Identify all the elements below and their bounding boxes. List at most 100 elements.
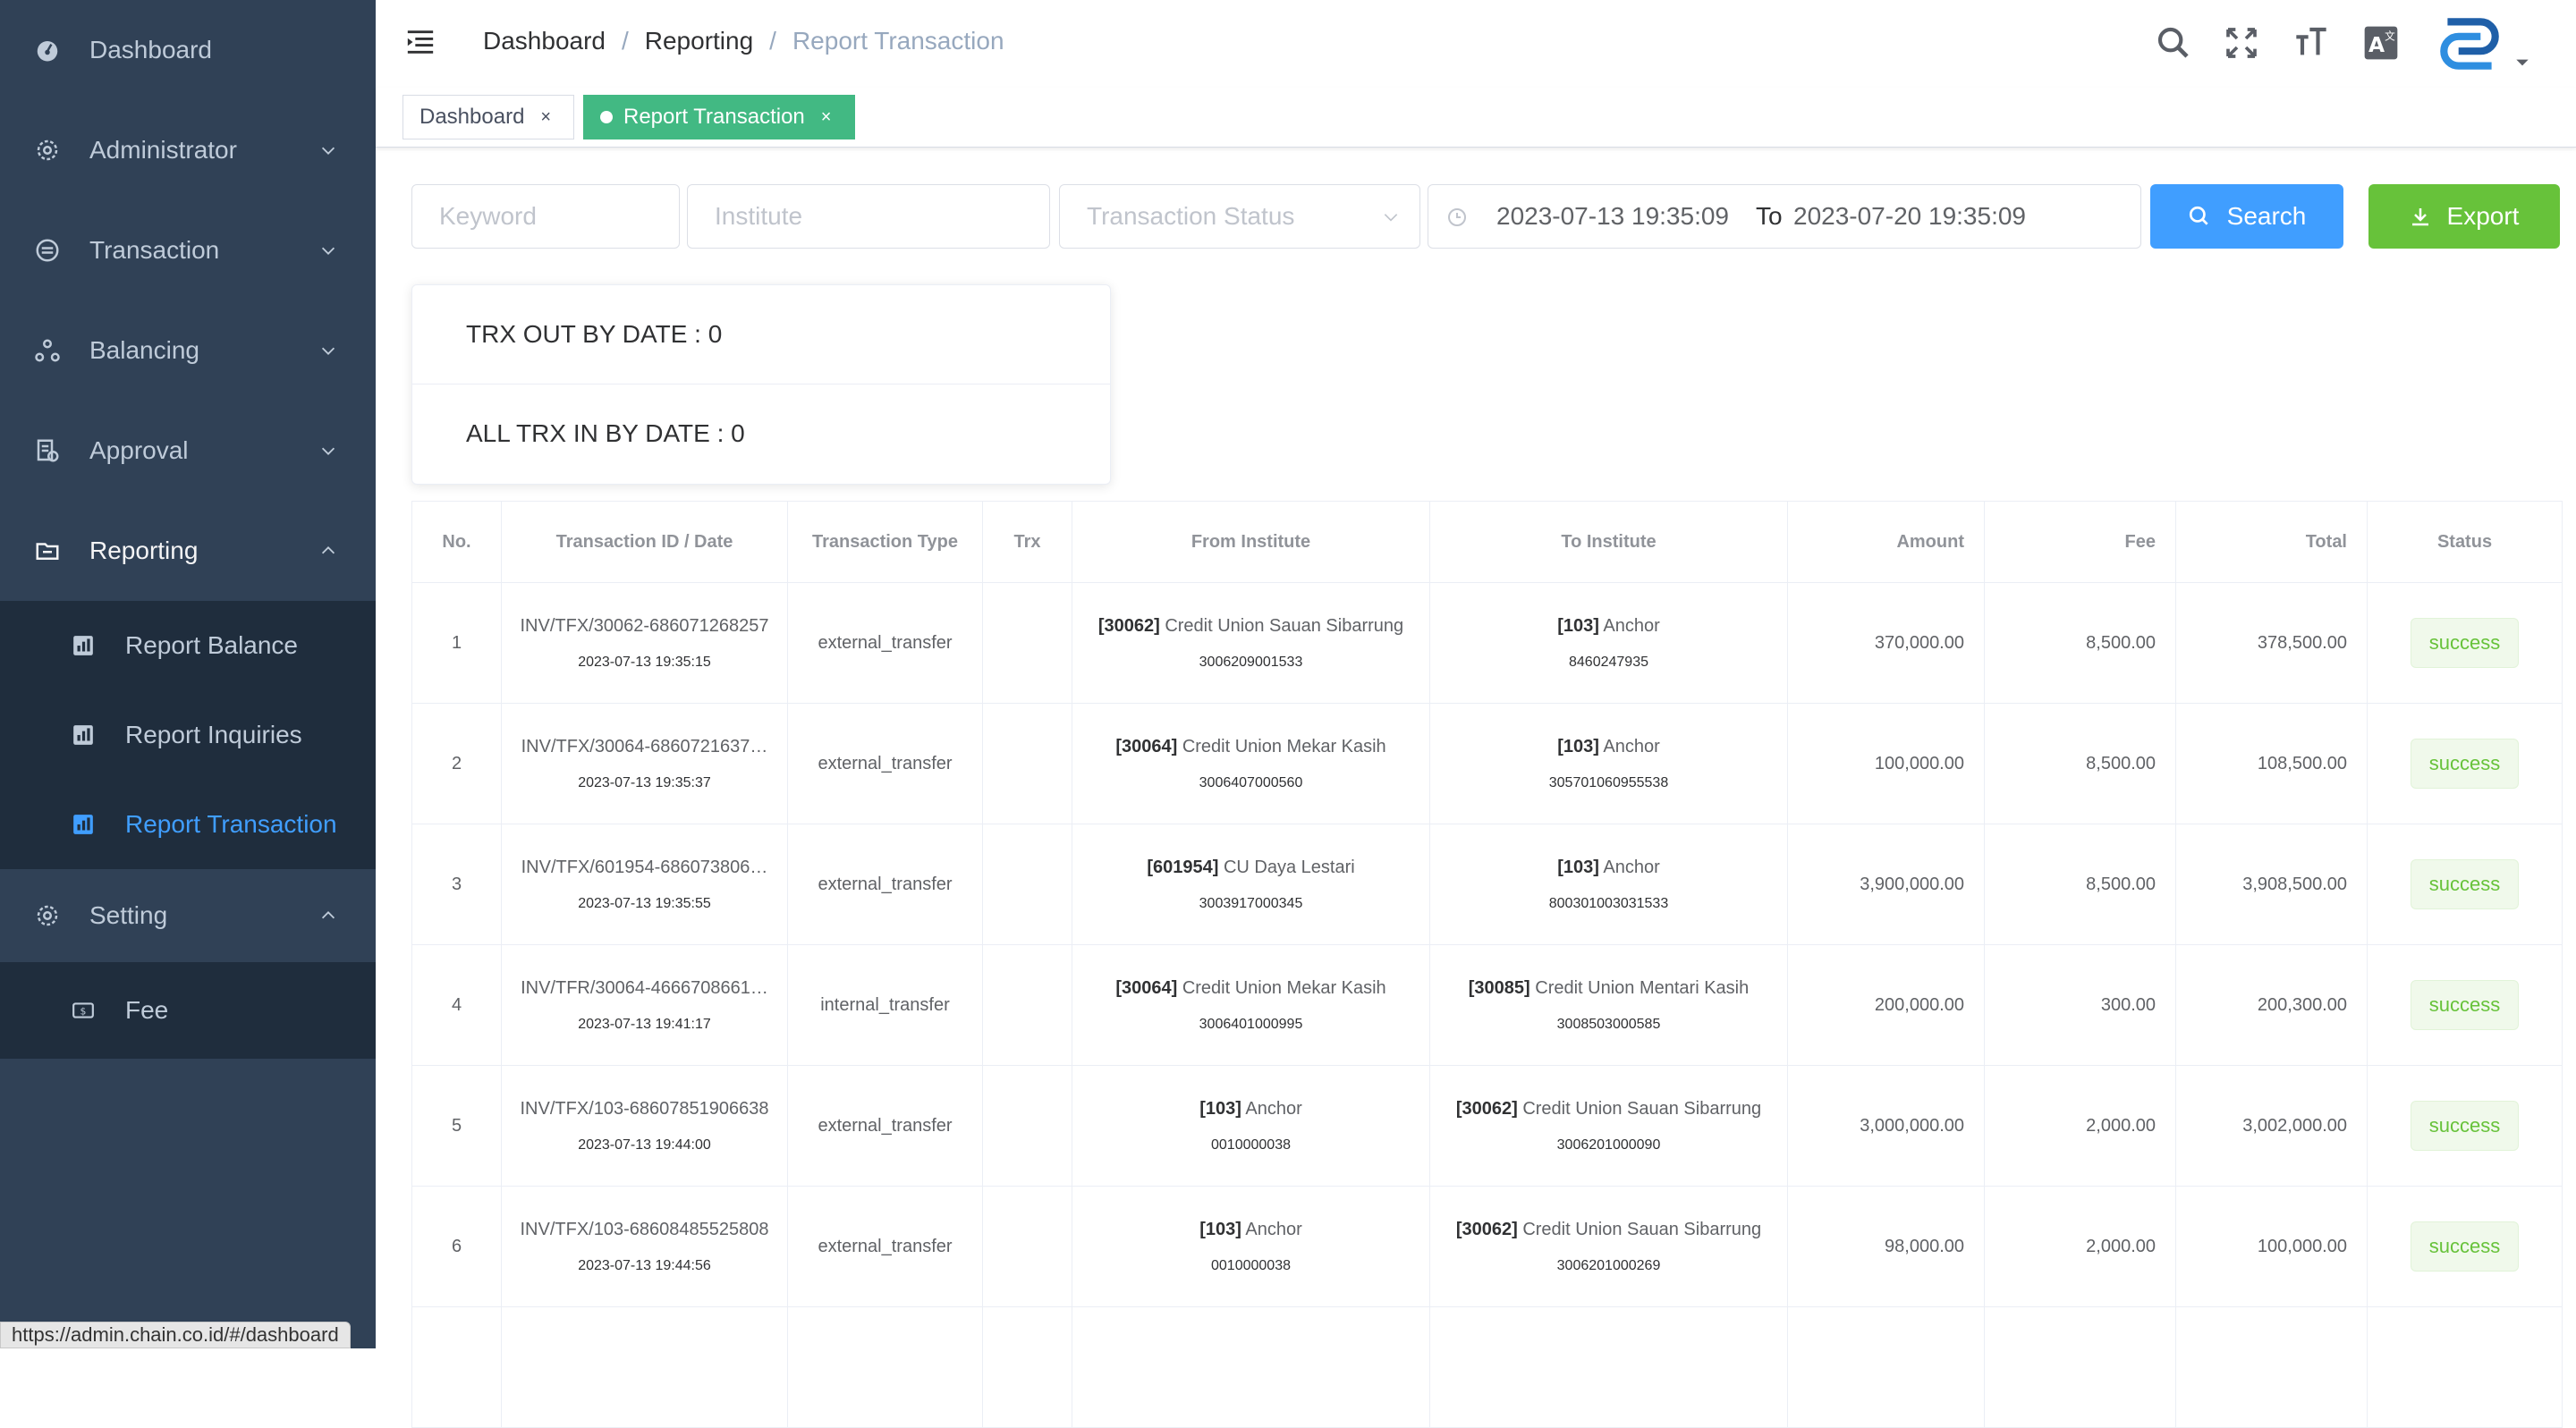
table-header-row: No. Transaction ID / Date Transaction Ty… xyxy=(411,501,2563,583)
table-row-partial xyxy=(411,1306,2563,1428)
transaction-status-select[interactable]: Transaction Status xyxy=(1059,184,1420,249)
sidebar-item-report-balance[interactable]: Report Balance xyxy=(0,601,376,690)
dashboard-icon xyxy=(37,41,58,62)
column-header: No. xyxy=(411,501,502,583)
column-header: Fee xyxy=(1984,501,2176,583)
date-to[interactable]: 2023-07-20 19:35:09 xyxy=(1793,202,2026,231)
cell-to-institute: [103] Anchor 305701060955538 xyxy=(1429,703,1788,824)
cell-from-institute: [103] Anchor 0010000038 xyxy=(1072,1065,1430,1187)
cell-from-institute: [601954] CU Daya Lestari 3003917000345 xyxy=(1072,824,1430,945)
gear-icon xyxy=(37,139,58,161)
sidebar-item-administrator[interactable]: Administrator xyxy=(0,100,376,200)
column-header: Amount xyxy=(1787,501,1985,583)
to-name: Credit Union Mentari Kasih xyxy=(1535,977,1750,998)
breadcrumb-reporting[interactable]: Reporting xyxy=(645,27,753,55)
column-header: From Institute xyxy=(1072,501,1430,583)
cell-no: 3 xyxy=(411,824,502,945)
transaction-id: INV/TFX/30064-6860721637… xyxy=(521,736,768,756)
sidebar-item-setting[interactable]: Setting xyxy=(0,869,376,962)
sidebar-item-label: Reporting xyxy=(89,537,199,564)
export-button-label: Export xyxy=(2446,202,2520,230)
search-button[interactable]: Search xyxy=(2150,184,2343,249)
sidebar-item-dashboard[interactable]: Dashboard xyxy=(0,0,376,100)
date-from[interactable]: 2023-07-13 19:35:09 xyxy=(1496,202,1729,231)
status-badge: success xyxy=(2410,739,2520,789)
money-icon: $ xyxy=(72,1002,94,1018)
cell-type: external_transfer xyxy=(787,703,983,824)
hamburger-icon[interactable] xyxy=(404,27,436,57)
export-button[interactable]: Export xyxy=(2368,184,2560,249)
cell-total: 378,500.00 xyxy=(2175,582,2368,704)
from-code: [103] xyxy=(1199,1219,1241,1239)
fullscreen-icon[interactable] xyxy=(2224,25,2259,61)
cell-trx xyxy=(982,1065,1072,1187)
column-header: Transaction ID / Date xyxy=(501,501,788,583)
cell-type: external_transfer xyxy=(787,1065,983,1187)
setting-submenu: $ Fee xyxy=(0,962,376,1059)
cell-from-institute: [30062] Credit Union Sauan Sibarrung 3006… xyxy=(1072,582,1430,704)
keyword-placeholder: Keyword xyxy=(439,202,537,230)
chevron-down-icon xyxy=(1384,214,1398,222)
search-icon[interactable] xyxy=(2156,25,2191,61)
chevron-down-icon xyxy=(321,447,335,455)
chevron-up-icon xyxy=(321,546,335,554)
cell-to-institute: [30062] Credit Union Sauan Sibarrung 3006… xyxy=(1429,1065,1788,1187)
tag-label: Report Transaction xyxy=(623,105,805,129)
cell-to-institute: [30062] Credit Union Sauan Sibarrung 3006… xyxy=(1429,1186,1788,1307)
to-code: [103] xyxy=(1557,736,1599,756)
to-account: 3006201000269 xyxy=(1556,1257,1661,1273)
column-header: Status xyxy=(2367,501,2563,583)
cell-total: 108,500.00 xyxy=(2175,703,2368,824)
date-range-picker[interactable]: 2023-07-13 19:35:09 To 2023-07-20 19:35:… xyxy=(1428,184,2141,249)
cell-to-institute: [103] Anchor 800301003031533 xyxy=(1429,824,1788,945)
cell-amount: 200,000.00 xyxy=(1787,944,1985,1066)
cell-total: 200,300.00 xyxy=(2175,944,2368,1066)
from-account: 3006209001533 xyxy=(1199,654,1303,670)
status-badge: success xyxy=(2410,1101,2520,1151)
reporting-submenu: Report Balance Report Inquiries Report T… xyxy=(0,601,376,869)
chart-icon xyxy=(73,636,93,655)
cell-status: success xyxy=(2367,582,2563,704)
caret-down-icon[interactable] xyxy=(2513,54,2531,72)
table-row: 1 INV/TFX/30062-686071268257 2023-07-13 19… xyxy=(411,582,2563,704)
cell-status: success xyxy=(2367,1065,2563,1187)
date-separator: To xyxy=(1756,202,1783,230)
cell-from-institute: [30064] Credit Union Mekar Kasih 30064070… xyxy=(1072,703,1430,824)
status-bar-url: https://admin.chain.co.id/#/dashboard xyxy=(0,1322,351,1348)
tag-report-transaction[interactable]: Report Transaction × xyxy=(583,95,855,139)
sidebar-item-report-inquiries[interactable]: Report Inquiries xyxy=(0,690,376,780)
to-code: [30085] xyxy=(1468,977,1530,998)
font-size-icon[interactable] xyxy=(2293,25,2329,61)
breadcrumb-separator: / xyxy=(769,27,776,55)
sidebar-item-label: Report Inquiries xyxy=(125,721,302,748)
transaction-table: No. Transaction ID / Date Transaction Ty… xyxy=(411,501,2563,1428)
close-icon[interactable]: × xyxy=(821,107,832,128)
cell-trx xyxy=(982,824,1072,945)
cell-fee: 2,000.00 xyxy=(1984,1065,2176,1187)
column-header: Trx xyxy=(982,501,1072,583)
clock-icon xyxy=(1448,208,1466,226)
keyword-input[interactable]: Keyword xyxy=(411,184,680,249)
sidebar-item-reporting[interactable]: Reporting xyxy=(0,501,376,601)
sidebar-item-report-transaction[interactable]: Report Transaction xyxy=(0,780,376,869)
avatar[interactable] xyxy=(2433,7,2506,80)
table-row: 6 INV/TFX/103-68608485525808 2023-07-13 19… xyxy=(411,1186,2563,1307)
close-icon[interactable]: × xyxy=(540,107,551,128)
sidebar-item-approval[interactable]: Approval xyxy=(0,401,376,501)
sidebar-item-transaction[interactable]: Transaction xyxy=(0,200,376,300)
to-name: Credit Union Sauan Sibarrung xyxy=(1522,1219,1762,1239)
svg-text:$: $ xyxy=(80,1005,87,1017)
chart-icon xyxy=(73,725,93,745)
tag-dashboard[interactable]: Dashboard × xyxy=(402,95,574,139)
to-account: 305701060955538 xyxy=(1548,774,1669,790)
breadcrumb-dashboard[interactable]: Dashboard xyxy=(483,27,606,55)
sidebar-item-fee[interactable]: $ Fee xyxy=(0,962,376,1059)
cell-trx xyxy=(982,703,1072,824)
column-header: Total xyxy=(2175,501,2368,583)
svg-text:文: 文 xyxy=(2385,30,2395,43)
institute-input[interactable]: Institute xyxy=(687,184,1050,249)
cell-partial xyxy=(2367,1306,2563,1428)
translate-icon[interactable]: A文 xyxy=(2363,25,2399,61)
cell-to-institute: [103] Anchor 8460247935 xyxy=(1429,582,1788,704)
sidebar-item-balancing[interactable]: Balancing xyxy=(0,300,376,401)
